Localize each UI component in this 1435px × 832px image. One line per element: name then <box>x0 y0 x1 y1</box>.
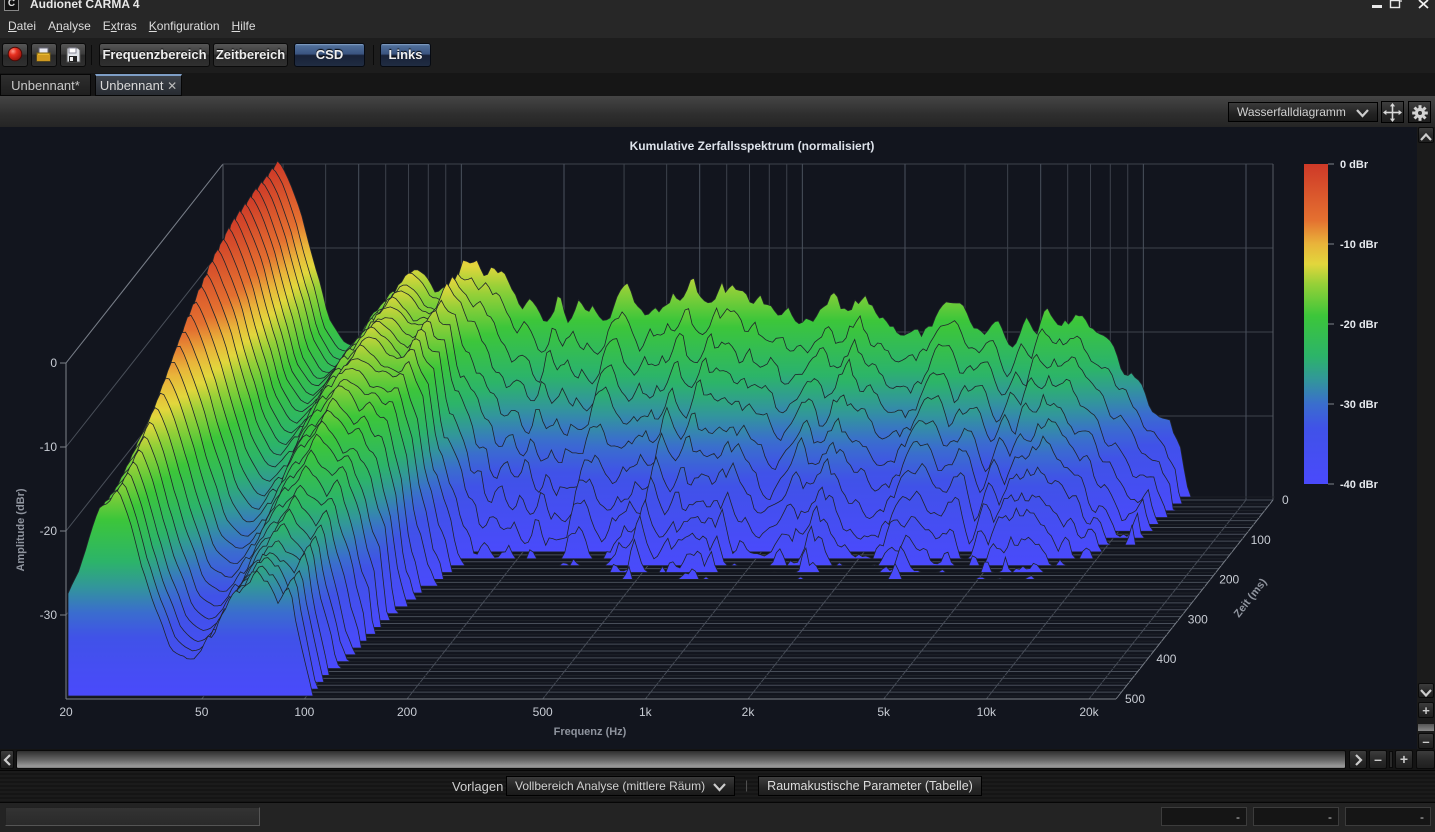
svg-text:Frequenz (Hz): Frequenz (Hz) <box>554 726 627 738</box>
svg-text:1k: 1k <box>639 705 653 719</box>
svg-text:-20: -20 <box>40 524 58 538</box>
svg-text:20: 20 <box>59 705 73 719</box>
svg-text:400: 400 <box>1156 652 1176 666</box>
svg-text:-10 dBr: -10 dBr <box>1340 239 1379 251</box>
svg-text:Amplitude (dBr): Amplitude (dBr) <box>15 488 27 571</box>
svg-text:0: 0 <box>50 356 57 370</box>
svg-text:100: 100 <box>294 705 314 719</box>
svg-text:-30: -30 <box>40 608 58 622</box>
svg-text:300: 300 <box>1188 612 1208 626</box>
svg-text:-10: -10 <box>40 440 58 454</box>
svg-text:500: 500 <box>533 705 553 719</box>
svg-text:50: 50 <box>195 705 209 719</box>
svg-text:20k: 20k <box>1079 705 1099 719</box>
svg-text:2k: 2k <box>742 705 756 719</box>
svg-text:Kumulative Zerfallsspektrum (n: Kumulative Zerfallsspektrum (normalisier… <box>630 139 875 153</box>
svg-text:500: 500 <box>1125 692 1145 706</box>
svg-text:-40 dBr: -40 dBr <box>1340 479 1379 491</box>
svg-text:0 dBr: 0 dBr <box>1340 159 1369 171</box>
svg-text:100: 100 <box>1251 533 1271 547</box>
svg-text:-20 dBr: -20 dBr <box>1340 319 1379 331</box>
svg-text:200: 200 <box>1219 573 1239 587</box>
svg-text:-30 dBr: -30 dBr <box>1340 399 1379 411</box>
svg-text:10k: 10k <box>977 705 997 719</box>
svg-text:5k: 5k <box>877 705 891 719</box>
svg-text:200: 200 <box>397 705 417 719</box>
svg-text:0: 0 <box>1282 493 1289 507</box>
